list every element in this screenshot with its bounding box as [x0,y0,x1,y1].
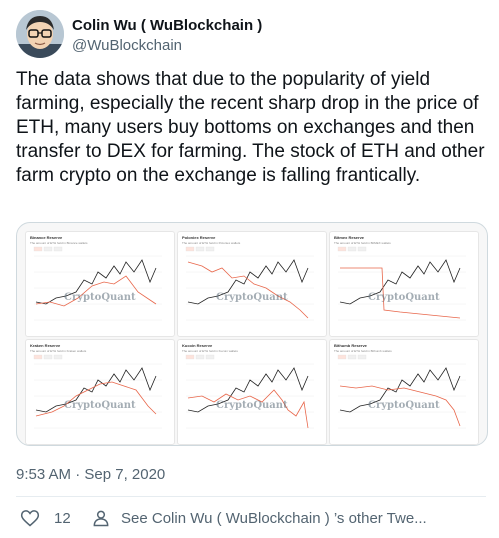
chart-panel: Bitmex Reserve The amount of ETH held in … [329,231,479,337]
toolbar-chip [347,246,357,252]
chart-panel: Kraken Reserve The amount of ETH held in … [25,339,175,445]
chart-panel-subtitle: The amount of ETH held in Poloniex walle… [182,241,241,245]
chart-panel-plot [33,354,162,429]
chart-panel-title: Kraken Reserve [30,343,61,348]
chart-panel-title: Bitmex Reserve [334,235,365,240]
chart-panel: Kucoin Reserve The amount of ETH held in … [177,339,327,445]
toolbar-chip [185,246,195,252]
chart-panel-title: Poloniex Reserve [182,235,216,240]
toolbar-chip [337,246,347,252]
watermark-logo: CryptoQuant [64,292,136,303]
tweet-actions: 12 See Colin Wu ( WuBlockchain ) ’s othe… [16,506,486,536]
toolbar-chip [43,354,53,360]
chart-panel: Binance Reserve The amount of ETH held in… [25,231,175,337]
like-count: 12 [54,509,71,527]
toolbar-chip [53,246,63,252]
chart-panel-subtitle: The amount of ETH held in Binance wallet… [30,241,88,245]
toolbar-chip [205,246,215,252]
toolbar-chip [347,354,357,360]
tweet-media[interactable]: Binance Reserve The amount of ETH held in… [16,222,488,446]
watermark-logo: CryptoQuant [216,292,288,303]
toolbar-chip [357,246,367,252]
user-handle[interactable]: @WuBlockchain [72,36,262,55]
toolbar-chip [205,354,215,360]
chart-panel-subtitle: The amount of ETH held in Kraken wallets [30,349,87,353]
toolbar-chip [195,246,205,252]
author-names: Colin Wu ( WuBlockchain ) @WuBlockchain [72,16,262,55]
watermark-logo: CryptoQuant [368,400,440,411]
chart-panel-subtitle: The amount of ETH held in Kucoin wallets [182,349,238,353]
tweet-timestamp[interactable]: 9:53 AM · Sep 7, 2020 [16,466,165,483]
toolbar-chip [53,354,63,360]
tweet-header: Colin Wu ( WuBlockchain ) @WuBlockchain [16,10,486,60]
watermark-logo: CryptoQuant [216,400,288,411]
avatar[interactable] [16,10,64,58]
chart-panel: Poloniex Reserve The amount of ETH held i… [177,231,327,337]
tweet-text: The data shows that due to the popularit… [16,69,485,186]
toolbar-chip [337,354,347,360]
display-name[interactable]: Colin Wu ( WuBlockchain ) [72,16,262,35]
toolbar-chip [33,354,43,360]
avatar-illustration [16,10,64,58]
toolbar-chip [195,354,205,360]
chart-panel-title: Binance Reserve [30,235,63,240]
chart-panel-subtitle: The amount of ETH held in Bithumb wallet… [334,349,392,353]
toolbar-chip [185,354,195,360]
toolbar-chip [43,246,53,252]
chart-panel-plot [337,354,466,429]
see-other-tweets-label: See Colin Wu ( WuBlockchain ) ’s other T… [121,509,427,527]
chart-panel-plot [337,246,466,321]
watermark-logo: CryptoQuant [64,400,136,411]
chart-panel-title: Kucoin Reserve [182,343,213,348]
toolbar-chip [33,246,43,252]
watermark-logo: CryptoQuant [368,292,440,303]
chart-panel-plot [185,246,314,321]
chart-panel-subtitle: The amount of ETH held in BitMEX wallets [334,241,391,245]
chart-panel: Bithumb Reserve The amount of ETH held in… [329,339,479,445]
person-icon [93,510,109,527]
chart-panel-plot [185,354,314,429]
reserve-series-line [187,261,309,319]
chart-panel-title: Bithumb Reserve [334,343,367,348]
like-button[interactable]: 12 [20,508,71,528]
divider [16,496,486,497]
see-other-tweets-link[interactable]: See Colin Wu ( WuBlockchain ) ’s other T… [91,508,427,528]
chart-panel-plot [33,246,162,321]
heart-icon [20,510,40,527]
toolbar-chip [357,354,367,360]
